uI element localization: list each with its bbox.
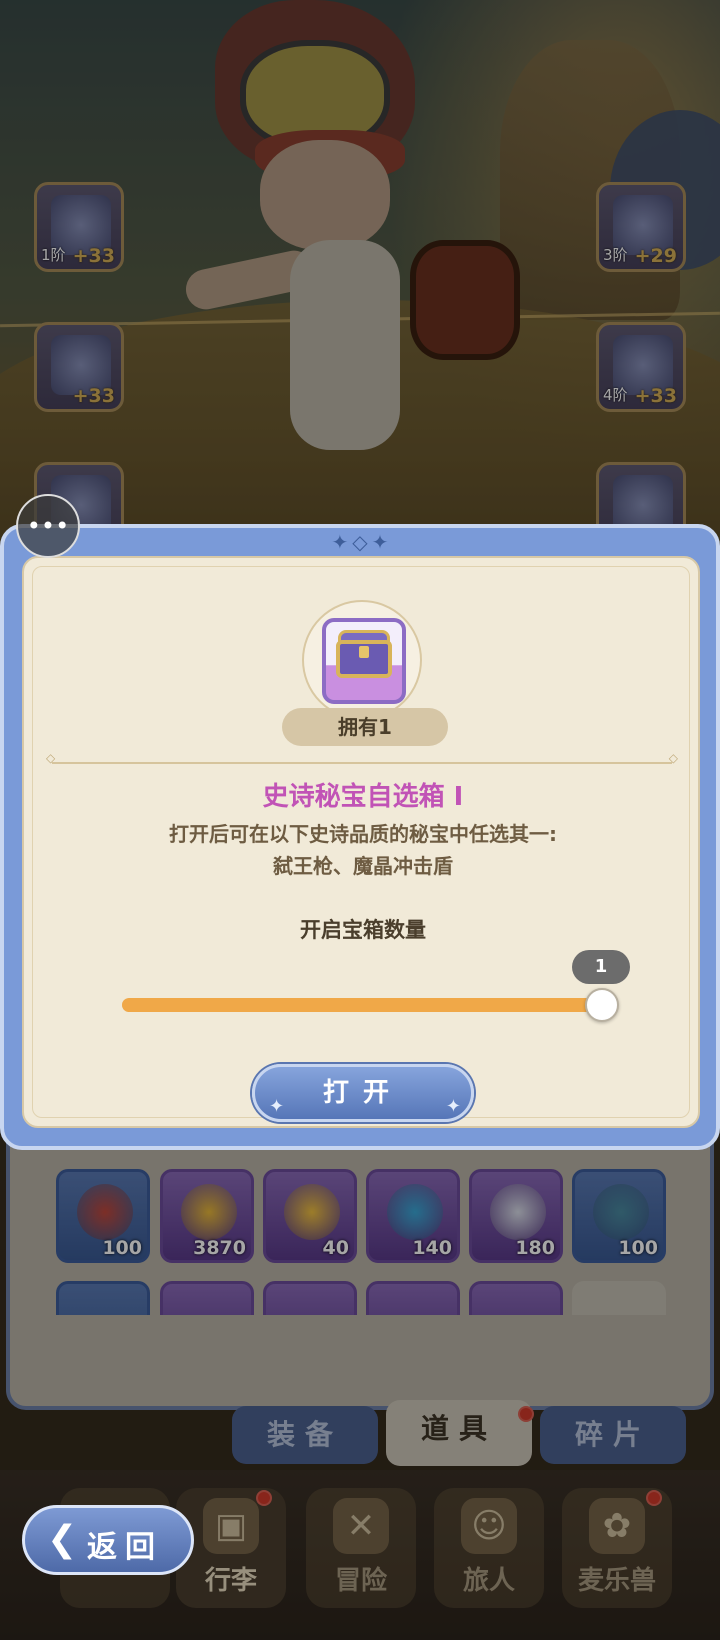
chest-open-dialog: ✦◇✦ 拥有1 史诗秘宝自选箱 I 打开后可在以下史诗品质的秘宝中任选其一: 弑…	[0, 524, 720, 1150]
description-line: 弑王枪、魔晶冲击盾	[273, 854, 453, 878]
item-description: 打开后可在以下史诗品质的秘宝中任选其一: 弑王枪、魔晶冲击盾	[84, 818, 642, 882]
item-title: 史诗秘宝自选箱 I	[262, 782, 464, 812]
slider-thumb[interactable]	[585, 988, 619, 1022]
quantity-value-bubble: 1	[572, 950, 630, 984]
dialog-body: 拥有1 史诗秘宝自选箱 I 打开后可在以下史诗品质的秘宝中任选其一: 弑王枪、魔…	[22, 556, 700, 1128]
slider-fill	[122, 998, 602, 1012]
chat-bubble-icon[interactable]: •••	[16, 494, 80, 558]
quantity-label: 开启宝箱数量	[300, 918, 426, 942]
back-arrow-icon: ❮	[47, 1519, 78, 1560]
owned-count-badge: 拥有1	[282, 708, 448, 746]
quantity-slider[interactable]	[122, 988, 619, 1022]
description-line: 打开后可在以下史诗品质的秘宝中任选其一:	[169, 822, 557, 846]
treasure-chest-icon	[322, 618, 406, 704]
sparkle-icon: ✦	[445, 1096, 461, 1117]
ornament-icon: ✦◇✦	[331, 530, 393, 554]
open-button[interactable]: ✦ 打开 ✦	[252, 1064, 474, 1122]
divider	[46, 751, 678, 765]
back-label: 返回	[87, 1530, 163, 1565]
chest-lock	[359, 646, 369, 658]
back-button[interactable]: ❮ 返回	[22, 1505, 194, 1575]
sparkle-icon: ✦	[269, 1096, 285, 1117]
item-icon-frame	[302, 600, 422, 720]
open-button-label: 打开	[322, 1078, 403, 1108]
